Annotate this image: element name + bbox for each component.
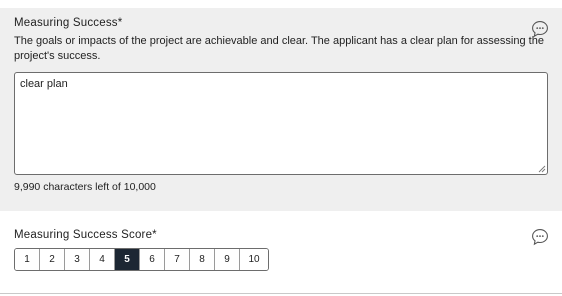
resize-handle-icon[interactable]	[538, 165, 546, 173]
comment-bubble-icon[interactable]	[531, 228, 549, 246]
score-option-4[interactable]: 4	[90, 249, 115, 270]
score-option-2[interactable]: 2	[40, 249, 65, 270]
score-option-5[interactable]: 5	[115, 249, 140, 270]
score-option-1[interactable]: 1	[15, 249, 40, 270]
character-count: 9,990 characters left of 10,000	[14, 181, 156, 193]
score-title: Measuring Success Score*	[14, 229, 157, 241]
measuring-success-title: Measuring Success*	[14, 17, 123, 29]
measuring-success-textarea[interactable]	[14, 72, 548, 175]
measuring-success-description: The goals or impacts of the project are …	[14, 35, 544, 62]
score-option-10[interactable]: 10	[240, 249, 268, 270]
review-form-page: Measuring Success* The goals or impacts …	[0, 0, 562, 296]
score-option-9[interactable]: 9	[215, 249, 240, 270]
section-divider	[0, 293, 562, 294]
score-button-group: 1 2 3 4 5 6 7 8 9 10	[14, 248, 269, 271]
score-option-7[interactable]: 7	[165, 249, 190, 270]
score-option-3[interactable]: 3	[65, 249, 90, 270]
score-option-8[interactable]: 8	[190, 249, 215, 270]
score-option-6[interactable]: 6	[140, 249, 165, 270]
